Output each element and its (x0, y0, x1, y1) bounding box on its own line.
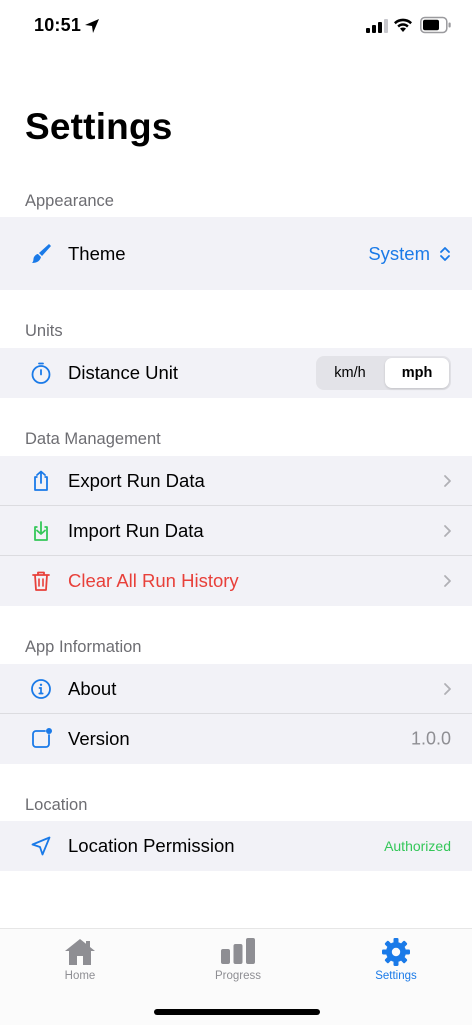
distance-unit-label: Distance Unit (68, 362, 179, 383)
info-icon (31, 679, 51, 699)
tab-settings-label: Settings (375, 970, 417, 982)
paintbrush-icon (32, 243, 51, 263)
tab-progress-label: Progress (214, 970, 262, 982)
units-group: Distance Unit km/h mph (0, 348, 472, 398)
version-row: Version 1.0.0 (0, 714, 472, 764)
chevron-right-icon (444, 525, 451, 537)
location-arrow-icon (31, 836, 51, 856)
home-indicator (154, 1009, 320, 1015)
location-permission-row[interactable]: Location Permission Authorized (0, 821, 472, 871)
status-time: 10:51 (34, 15, 82, 35)
gear-icon (382, 938, 410, 966)
distance-unit-row: Distance Unit km/h mph (0, 348, 472, 398)
tab-home-label: Home (64, 970, 96, 982)
house-icon (65, 939, 95, 965)
status-bar: 10:51 (0, 0, 472, 54)
import-run-data-label: Import Run Data (68, 520, 204, 541)
share-export-icon (34, 470, 48, 491)
section-header-location: Location (25, 796, 88, 814)
section-header-data-management: Data Management (25, 430, 161, 448)
theme-label: Theme (68, 242, 126, 264)
import-download-icon (34, 521, 48, 541)
chevron-up-down-icon (440, 246, 450, 261)
section-header-appearance: Appearance (25, 192, 114, 210)
tab-progress[interactable]: Progress (178, 929, 298, 999)
location-permission-label: Location Permission (68, 835, 235, 856)
segment-mph[interactable]: mph (385, 358, 449, 388)
segment-kmh[interactable]: km/h (318, 358, 382, 388)
cellular-signal-icon (366, 19, 388, 33)
section-header-app-information: App Information (25, 638, 142, 656)
tab-home[interactable]: Home (20, 929, 140, 999)
app-information-group: About Version 1.0.0 (0, 664, 472, 764)
version-value: 1.0.0 (410, 728, 451, 749)
app-badge-icon (32, 728, 52, 748)
about-row[interactable]: About (0, 664, 472, 714)
page-title: Settings (25, 106, 173, 147)
bar-chart-icon (221, 938, 255, 964)
location-group: Location Permission Authorized (0, 821, 472, 871)
chevron-right-icon (444, 683, 451, 695)
stopwatch-icon (31, 362, 51, 384)
chevron-right-icon (444, 475, 451, 487)
section-header-units: Units (25, 322, 63, 340)
theme-value[interactable]: System (368, 243, 430, 265)
about-label: About (68, 678, 117, 699)
import-run-data-row[interactable]: Import Run Data (0, 506, 472, 556)
export-run-data-row[interactable]: Export Run Data (0, 456, 472, 506)
location-arrow-icon (85, 19, 99, 33)
wifi-icon (394, 18, 412, 32)
battery-icon (420, 16, 451, 34)
theme-row[interactable]: Theme System (0, 217, 472, 290)
distance-unit-segmented-control: km/h mph (316, 356, 451, 390)
clear-run-history-row[interactable]: Clear All Run History (0, 556, 472, 606)
data-management-group: Export Run Data Import Run Data Clear Al… (0, 456, 472, 606)
export-run-data-label: Export Run Data (68, 470, 205, 491)
appearance-group: Theme System (0, 217, 472, 290)
version-label: Version (68, 728, 130, 749)
location-permission-status: Authorized (384, 838, 451, 854)
trash-icon (32, 571, 50, 591)
tab-settings[interactable]: Settings (336, 929, 456, 999)
clear-run-history-label: Clear All Run History (68, 570, 239, 591)
chevron-right-icon (444, 575, 451, 587)
